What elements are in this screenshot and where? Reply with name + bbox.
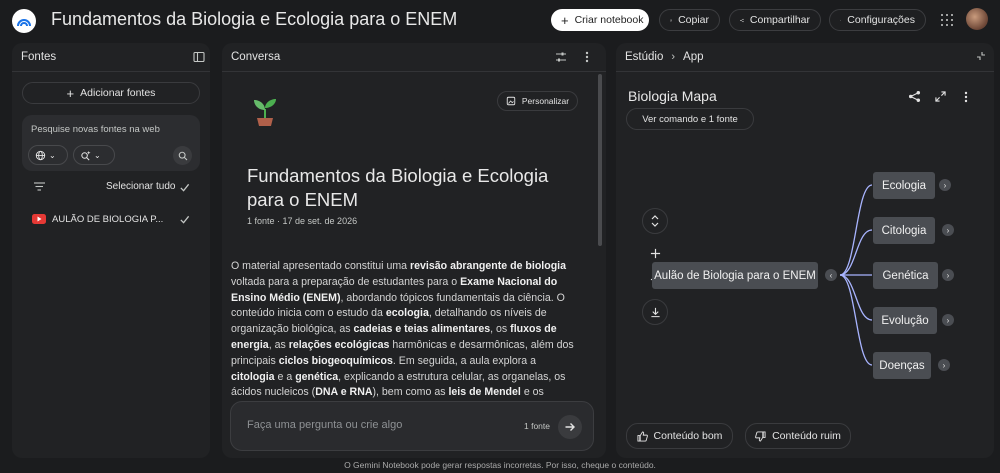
web-search-box[interactable]: Pesquise novas fontes na web ⌄ ⌄: [22, 115, 200, 171]
chat-composer[interactable]: Faça uma pergunta ou crie algo 1 fonte: [230, 401, 594, 451]
chat-panel: Conversa Personalizar Fundamentos da Bio…: [222, 43, 606, 458]
chevron-right-icon: ›: [671, 51, 676, 63]
chat-notebook-title: Fundamentos da Biologia e Ecologia para …: [247, 165, 549, 210]
arrow-right-icon: [565, 423, 575, 431]
search-submit-button[interactable]: [173, 146, 192, 165]
mindmap-node-doencas[interactable]: Doenças: [873, 352, 931, 379]
plus-icon: +: [66, 85, 75, 101]
disclaimer-footer: O Gemini Notebook pode gerar respostas i…: [344, 460, 656, 470]
download-icon: [650, 307, 660, 317]
mindmap-node-citologia[interactable]: Citologia: [873, 217, 935, 244]
select-all-label: Selecionar tudo: [106, 181, 176, 192]
chevron-down-icon: ⌄: [49, 150, 56, 160]
good-content-button[interactable]: Conteúdo bom: [626, 423, 733, 449]
chat-header: Conversa: [222, 43, 606, 72]
youtube-icon: [32, 214, 46, 224]
mindmap-node-evolucao[interactable]: Evolução: [873, 307, 937, 334]
plus-icon: +: [561, 12, 569, 28]
thumb-up-icon: [637, 430, 648, 442]
studio-panel: Estúdio › App Biologia Mapa Ver comando …: [616, 43, 994, 458]
search-icon: [178, 151, 187, 160]
view-command-button[interactable]: Ver comando e 1 fonte: [626, 108, 754, 130]
settings-button[interactable]: Configurações: [829, 9, 926, 31]
plus-icon: [650, 248, 660, 258]
gear-icon: [840, 19, 842, 21]
expand-node-icon[interactable]: ›: [942, 314, 954, 326]
expand-node-icon[interactable]: ›: [938, 359, 950, 371]
send-button[interactable]: [558, 415, 582, 439]
source-count: 1 fonte: [524, 421, 550, 431]
copy-button[interactable]: Copiar: [659, 9, 720, 31]
source-item-label: AULÃO DE BIOLOGIA P...: [52, 214, 164, 225]
globe-icon: [35, 150, 46, 160]
breadcrumb-root[interactable]: Estúdio: [625, 51, 663, 63]
search-sparkle-icon: [81, 150, 91, 160]
collapse-panel-icon[interactable]: [193, 51, 205, 63]
filter-icon[interactable]: [34, 182, 45, 191]
unfold-icon: [651, 215, 659, 227]
studio-breadcrumb: Estúdio › App: [616, 43, 994, 72]
expand-node-icon[interactable]: ›: [939, 179, 951, 191]
create-notebook-button[interactable]: + Criar notebook: [551, 9, 649, 31]
expand-node-icon[interactable]: ›: [942, 224, 954, 236]
apps-grid-icon[interactable]: [941, 14, 953, 26]
mindmap-node-genetica[interactable]: Genética: [873, 262, 938, 289]
share-icon: [740, 18, 744, 22]
notebook-title: Fundamentos da Biologia e Ecologia para …: [51, 9, 458, 29]
source-item[interactable]: AULÃO DE BIOLOGIA P...: [12, 207, 210, 233]
sprout-icon: [254, 99, 276, 126]
chat-meta: 1 fonte · 17 de set. de 2026: [247, 216, 358, 226]
expand-node-icon[interactable]: ›: [942, 269, 954, 281]
more-vert-icon[interactable]: [964, 91, 968, 103]
mindmap-canvas[interactable]: Aulão de Biologia para o ENEM ‹ Ecologia…: [616, 133, 994, 418]
select-all-checkbox[interactable]: [178, 181, 190, 193]
web-search-input[interactable]: Pesquise novas fontes na web: [31, 124, 160, 135]
chevron-down-icon: ⌄: [94, 150, 101, 160]
chat-input[interactable]: Faça uma pergunta ou crie algo: [247, 419, 402, 431]
breadcrumb-leaf: App: [683, 51, 704, 63]
thumb-down-icon: [755, 430, 766, 442]
image-edit-icon: [506, 96, 516, 106]
notebook-summary: O material apresentado constitui uma rev…: [231, 260, 574, 399]
more-vert-icon[interactable]: [585, 51, 589, 63]
check-icon: [179, 215, 189, 224]
check-icon: [179, 183, 189, 192]
research-mode-dropdown[interactable]: ⌄: [73, 145, 115, 165]
avatar[interactable]: [966, 8, 988, 30]
sources-header: Fontes: [12, 43, 210, 72]
app-logo-icon[interactable]: [12, 9, 36, 33]
download-button[interactable]: [642, 299, 668, 325]
collapse-node-icon[interactable]: ‹: [825, 269, 837, 281]
personalize-button[interactable]: Personalizar: [497, 91, 578, 111]
fullscreen-icon[interactable]: [935, 91, 946, 102]
sources-panel: Fontes + Adicionar fontes Pesquise novas…: [12, 43, 210, 458]
share-button[interactable]: Compartilhar: [729, 9, 821, 31]
expand-collapse-all-button[interactable]: [642, 208, 668, 234]
add-sources-button[interactable]: + Adicionar fontes: [22, 82, 200, 104]
copy-icon: [670, 19, 672, 21]
mindmap-node-ecologia[interactable]: Ecologia: [873, 172, 935, 199]
collapse-icon[interactable]: [976, 51, 986, 61]
share-icon[interactable]: [908, 90, 921, 103]
mindmap-title: Biologia Mapa: [628, 88, 717, 104]
top-bar: Fundamentos da Biologia e Ecologia para …: [0, 0, 1000, 40]
source-item-checkbox[interactable]: [178, 213, 190, 225]
web-source-dropdown[interactable]: ⌄: [28, 145, 68, 165]
mindmap-root-node[interactable]: Aulão de Biologia para o ENEM: [652, 262, 818, 289]
tune-icon[interactable]: [555, 51, 567, 63]
chat-scrollbar[interactable]: [598, 74, 602, 246]
bad-content-button[interactable]: Conteúdo ruim: [745, 423, 851, 449]
